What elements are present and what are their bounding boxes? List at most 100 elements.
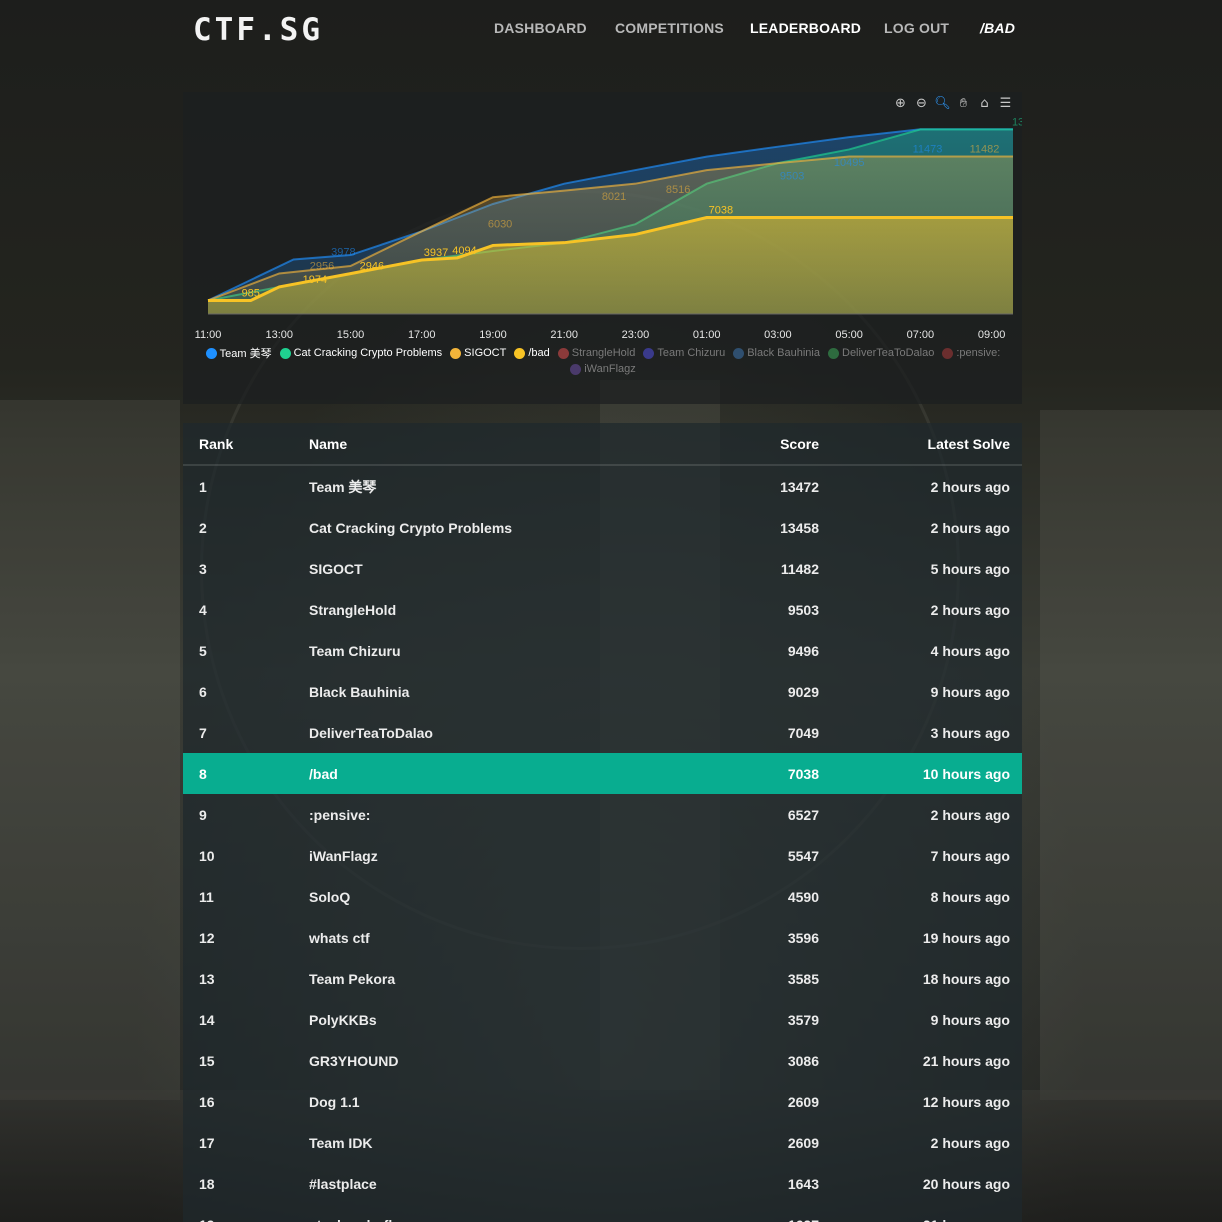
table-row[interactable]: 2 Cat Cracking Crypto Problems 13458 2 hour…	[183, 507, 1022, 548]
zoom-out-icon[interactable]: ⊖	[913, 95, 930, 112]
legend-marker-icon	[828, 347, 839, 359]
row-team-name[interactable]: Team Pekora	[309, 971, 689, 987]
x-tick-label: 13:00	[265, 329, 293, 341]
legend-item[interactable]: StrangleHold	[557, 345, 635, 361]
row-team-name[interactable]: StrangleHold	[309, 602, 689, 618]
row-score: 3086	[787, 1052, 819, 1069]
row-rank: 6	[199, 683, 207, 700]
header-score[interactable]: Score	[689, 436, 819, 452]
x-tick-label: 09:00	[978, 329, 1006, 341]
pan-icon[interactable]: ✋︎	[955, 95, 972, 112]
data-label: 1974	[303, 274, 327, 286]
data-label: 9503	[780, 171, 804, 183]
table-row[interactable]: 10 iWanFlagz 5547 7 hours ago	[183, 835, 1022, 876]
row-team-name[interactable]: whats ctf	[309, 930, 689, 946]
menu-icon[interactable]: ☰	[997, 95, 1014, 112]
legend-item[interactable]: DeliverTeaToDalao	[828, 345, 934, 361]
nav-logout[interactable]: LOG OUT	[884, 20, 949, 36]
table-row[interactable]: 4 StrangleHold 9503 2 hours ago	[183, 589, 1022, 630]
table-row[interactable]: 15 GR3YHOUND 3086 21 hours ago	[183, 1040, 1022, 1081]
row-score: 3596	[787, 929, 819, 946]
home-icon[interactable]: ⌂	[976, 95, 993, 112]
table-row[interactable]: 8/bad 7038 10 hours ago	[183, 753, 1022, 794]
table-row[interactable]: 7 DeliverTeaToDalao 7049 3 hours ago	[183, 712, 1022, 753]
row-team-name[interactable]: Dog 1.1	[309, 1094, 689, 1110]
table-row[interactable]: 9:pensive: 6527 2 hours ago	[183, 794, 1022, 835]
row-team-name[interactable]: iWanFlagz	[309, 848, 689, 864]
row-score: 4590	[787, 888, 819, 905]
score-chart-panel: 11:00 13:00 15:00 17:00 19:00 21:00 23:00 01:00…	[183, 92, 1022, 404]
legend-item[interactable]: Team Chizuru	[643, 345, 725, 361]
legend-item[interactable]: Cat Cracking Crypto Problems	[279, 345, 443, 361]
legend-item[interactable]: /bad	[514, 345, 550, 361]
row-team-name[interactable]: :pensive:	[309, 807, 689, 823]
background-building	[0, 400, 180, 1100]
legend-item[interactable]: SIGOCT	[450, 345, 506, 361]
legend-marker-icon	[557, 347, 569, 359]
legend-item[interactable]: Team 美琴	[205, 345, 272, 361]
nav-competitions[interactable]: COMPETITIONS	[615, 20, 724, 36]
table-row[interactable]: 12 whats ctf 3596 19 hours ago	[183, 917, 1022, 958]
row-team-name[interactable]: SoloQ	[309, 889, 689, 905]
data-label: 10495	[834, 157, 865, 169]
table-row[interactable]: 1 Team 美琴 13472 2 hours ago	[183, 466, 1022, 507]
legend-item[interactable]: iWanFlagz	[570, 363, 636, 375]
row-score: 1627	[689, 1217, 819, 1222]
table-row[interactable]: 5 Team Chizuru 9496 4 hours ago	[183, 630, 1022, 671]
row-team-name[interactable]: Cat Cracking Crypto Problems	[309, 520, 689, 536]
row-latest-solve: 9 hours ago	[930, 1011, 1010, 1028]
row-score: 9503	[787, 601, 819, 618]
legend-label: Black Bauhinia	[747, 347, 820, 359]
legend-label: Cat Cracking Crypto Problems	[293, 347, 443, 359]
table-row[interactable]: 18 #lastplace 1643 20 hours ago	[183, 1163, 1022, 1204]
row-latest-solve: 5 hours ago	[930, 560, 1010, 577]
row-score: 1643	[787, 1175, 819, 1192]
row-team-name[interactable]: Team 美琴	[309, 477, 689, 497]
row-team-name[interactable]: #lastplace	[309, 1176, 689, 1192]
data-label: 3937	[424, 247, 448, 259]
legend-marker-icon	[450, 347, 462, 359]
selection-zoom-icon[interactable]: 🔍︎	[934, 95, 951, 112]
table-row[interactable]: 11 SoloQ 4590 8 hours ago	[183, 876, 1022, 917]
site-logo[interactable]: CTF.SG	[193, 12, 323, 48]
header-name[interactable]: Name	[309, 436, 689, 452]
table-row[interactable]: 13 Team Pekora 3585 18 hours ago	[183, 958, 1022, 999]
table-row[interactable]: 16 Dog 1.1 2609 12 hours ago	[183, 1081, 1022, 1122]
legend-label: /bad	[528, 347, 550, 359]
row-rank: 10	[199, 847, 215, 864]
row-team-name[interactable]: PolyKKBs	[309, 1012, 689, 1028]
header-rank[interactable]: Rank	[199, 436, 309, 452]
row-team-name[interactable]: GR3YHOUND	[309, 1053, 689, 1069]
background-building	[1040, 410, 1222, 1100]
row-team-name[interactable]: Black Bauhinia	[309, 684, 689, 700]
legend-item[interactable]: :pensive:	[942, 345, 1000, 361]
data-label: 3978	[331, 246, 355, 258]
row-rank: 7	[199, 724, 207, 741]
row-score: 9496	[787, 642, 819, 659]
row-team-name[interactable]: SIGOCT	[309, 561, 689, 577]
row-team-name[interactable]: /bad	[309, 766, 689, 782]
x-tick-label: 15:00	[337, 329, 365, 341]
zoom-in-icon[interactable]: ⊕	[892, 95, 909, 112]
table-row[interactable]: 6 Black Bauhinia 9029 9 hours ago	[183, 671, 1022, 712]
data-label: 2946	[360, 261, 384, 273]
nav-dashboard[interactable]: DASHBOARD	[494, 20, 587, 36]
row-team-name[interactable]: Team IDK	[309, 1135, 689, 1151]
table-row[interactable]: 17 Team IDK 2609 2 hours ago	[183, 1122, 1022, 1163]
nav-leaderboard[interactable]: LEADERBOARD	[750, 20, 861, 36]
row-score: 2609	[787, 1093, 819, 1110]
table-row[interactable]: 19stackunderflow162721 hours ago	[183, 1204, 1022, 1222]
legend-item[interactable]: Black Bauhinia	[733, 345, 820, 361]
header-latest-solve[interactable]: Latest Solve	[819, 436, 1010, 452]
row-team-name[interactable]: Team Chizuru	[309, 643, 689, 659]
row-score: 13472	[780, 478, 819, 495]
table-row[interactable]: 14 PolyKKBs 3579 9 hours ago	[183, 999, 1022, 1040]
row-score: 3585	[787, 970, 819, 987]
nav-user-profile[interactable]: /BAD	[980, 20, 1015, 36]
table-row[interactable]: 3 SIGOCT 11482 5 hours ago	[183, 548, 1022, 589]
row-latest-solve: 2 hours ago	[930, 601, 1010, 618]
row-team-name[interactable]: DeliverTeaToDalao	[309, 725, 689, 741]
data-label: 8021	[602, 191, 626, 203]
row-team-name[interactable]: stackunderflow	[309, 1217, 689, 1222]
legend-marker-icon	[942, 347, 954, 359]
